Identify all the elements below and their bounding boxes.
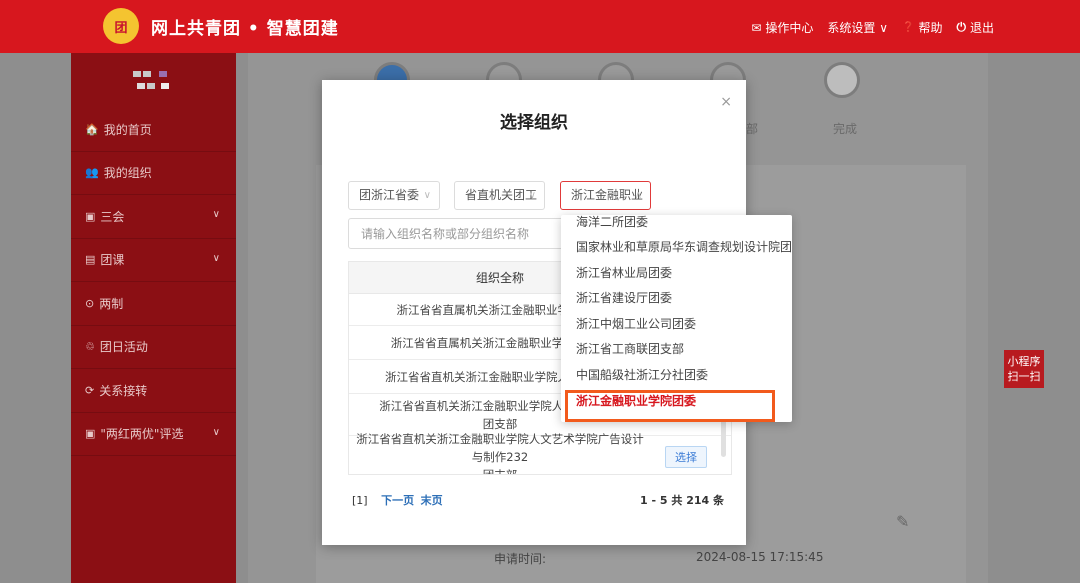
question-icon: ❓ xyxy=(902,22,915,33)
right-strip xyxy=(1006,53,1066,583)
select-value: 浙江金融职业 xyxy=(571,188,644,202)
sidebar-item-label: 团日活动 xyxy=(99,340,148,355)
dropdown-option[interactable]: 海洋二所团委 xyxy=(561,215,792,235)
target-icon: ⊙ xyxy=(85,296,95,310)
chevron-down-icon: ∨ xyxy=(212,209,220,220)
sidebar: 🏠 我的首页 👥 我的组织 ▣ 三会 ∨ ▤ 团课 ∨ ⊙ 两制 ♲ 团日活动 ⟳ 关系接转 ▣ "… xyxy=(71,53,236,583)
pagination: [1] 下一页 末页 xyxy=(352,492,443,508)
mail-icon: ✉ xyxy=(751,20,762,35)
step-circle xyxy=(824,62,860,98)
chevron-up-icon: ∧ xyxy=(634,190,642,201)
table-row: 浙江省省直机关浙江金融职业学院人文艺术学院广告设计与制作232 团支部 选择 xyxy=(349,432,731,474)
sidebar-item-three-meetings[interactable]: ▣ 三会 ∨ xyxy=(71,195,236,239)
sidebar-item-label: 我的组织 xyxy=(103,166,152,181)
chevron-down-icon: ∨ xyxy=(212,252,220,264)
nav-label: 帮助 xyxy=(918,21,943,35)
edit-square-icon: ▣ xyxy=(85,209,96,223)
sidebar-item-label: 我的首页 xyxy=(103,122,152,137)
sidebar-item-evaluation[interactable]: ▣ "两红两优"评选 ∨ xyxy=(71,413,236,456)
dropdown-option[interactable]: 中国船级社浙江分社团委 xyxy=(561,363,792,389)
sidebar-item-label: "两红两优"评选 xyxy=(100,427,184,442)
sidebar-item-home[interactable]: 🏠 我的首页 xyxy=(71,108,236,152)
step-label: 部 xyxy=(746,122,759,136)
dropdown-option[interactable]: 国家林业和草原局华东调查规划设计院团委 xyxy=(561,235,792,261)
top-header: 团 网上共青团 • 智慧团建 ✉ 操作中心 系统设置 ∨ ❓ 帮助 ⏻ 退出 xyxy=(0,0,1080,53)
users-icon: 👥 xyxy=(85,166,99,180)
sidebar-item-two-systems[interactable]: ⊙ 两制 xyxy=(71,282,236,326)
org-full-name: 浙江省省直机关浙江金融职业学院人文艺术学院广告设计与制作232 团支部 xyxy=(356,431,644,475)
select-value: 团浙江省委 xyxy=(359,188,420,202)
modal-title: 选择组织 xyxy=(500,113,568,133)
annotation-highlight-box xyxy=(565,390,775,422)
sidebar-item-transfer[interactable]: ⟳ 关系接转 xyxy=(71,369,236,413)
current-page: [1] xyxy=(352,494,368,507)
chevron-down-icon: ∨ xyxy=(423,190,431,201)
dropdown-option[interactable]: 浙江省林业局团委 xyxy=(561,261,792,287)
chevron-down-icon: ∨ xyxy=(528,190,536,201)
home-icon: 🏠 xyxy=(85,122,99,136)
last-page-link[interactable]: 末页 xyxy=(421,494,443,507)
dropdown-option[interactable]: 浙江省工商联团支部 xyxy=(561,337,792,363)
sidebar-item-label: 团课 xyxy=(100,253,125,268)
nav-system-settings[interactable]: 系统设置 ∨ xyxy=(827,19,888,36)
youth-league-logo: 团 xyxy=(103,8,139,44)
app-title: 网上共青团 • 智慧团建 xyxy=(151,19,339,39)
dropdown-option[interactable]: 浙江中烟工业公司团委 xyxy=(561,312,792,338)
nav-label: 系统设置 ∨ xyxy=(827,21,889,35)
nav-label: 操作中心 xyxy=(765,21,814,35)
next-page-link[interactable]: 下一页 xyxy=(381,494,414,507)
sidebar-item-league-day[interactable]: ♲ 团日活动 xyxy=(71,326,236,369)
agency-select[interactable]: 省直机关团工 ∨ xyxy=(454,181,545,210)
step-label-finish: 完成 xyxy=(833,122,858,136)
nav-label: 退出 xyxy=(969,21,994,35)
dropdown-option[interactable]: 浙江省建设厅团委 xyxy=(561,286,792,312)
province-select[interactable]: 团浙江省委 ∨ xyxy=(348,181,440,210)
nav-help[interactable]: ❓ 帮助 xyxy=(902,19,942,36)
recycle-icon: ♲ xyxy=(85,340,95,354)
record-count: 1 - 5 共 214 条 xyxy=(640,494,724,507)
apply-time-value: 2024-08-15 17:15:45 xyxy=(696,550,824,564)
sidebar-item-label: 两制 xyxy=(99,296,124,311)
sidebar-item-label: 三会 xyxy=(100,209,125,224)
nav-logout[interactable]: ⏻ 退出 xyxy=(956,19,994,36)
edit-icon[interactable]: ✎ xyxy=(896,512,909,531)
apply-time-label: 申请时间: xyxy=(494,552,547,566)
top-nav: ✉ 操作中心 系统设置 ∨ ❓ 帮助 ⏻ 退出 xyxy=(751,19,994,36)
nav-operation-center[interactable]: ✉ 操作中心 xyxy=(751,19,813,36)
avatar xyxy=(71,53,236,108)
sidebar-item-league-class[interactable]: ▤ 团课 ∨ xyxy=(71,239,236,282)
refresh-icon: ⟳ xyxy=(85,383,95,397)
sidebar-item-my-org[interactable]: 👥 我的组织 xyxy=(71,152,236,195)
folder-icon: ▤ xyxy=(85,253,96,267)
select-value: 省直机关团工 xyxy=(465,188,538,202)
chevron-down-icon: ∨ xyxy=(212,426,220,438)
edit-square-icon: ▣ xyxy=(85,427,96,441)
power-icon: ⏻ xyxy=(956,20,966,34)
select-row-button[interactable]: 选择 xyxy=(665,445,707,468)
org-select[interactable]: 浙江金融职业 ∧ xyxy=(560,181,651,210)
sidebar-item-label: 关系接转 xyxy=(99,383,148,398)
mini-program-badge[interactable]: 小程序 扫一扫 xyxy=(1004,350,1044,388)
